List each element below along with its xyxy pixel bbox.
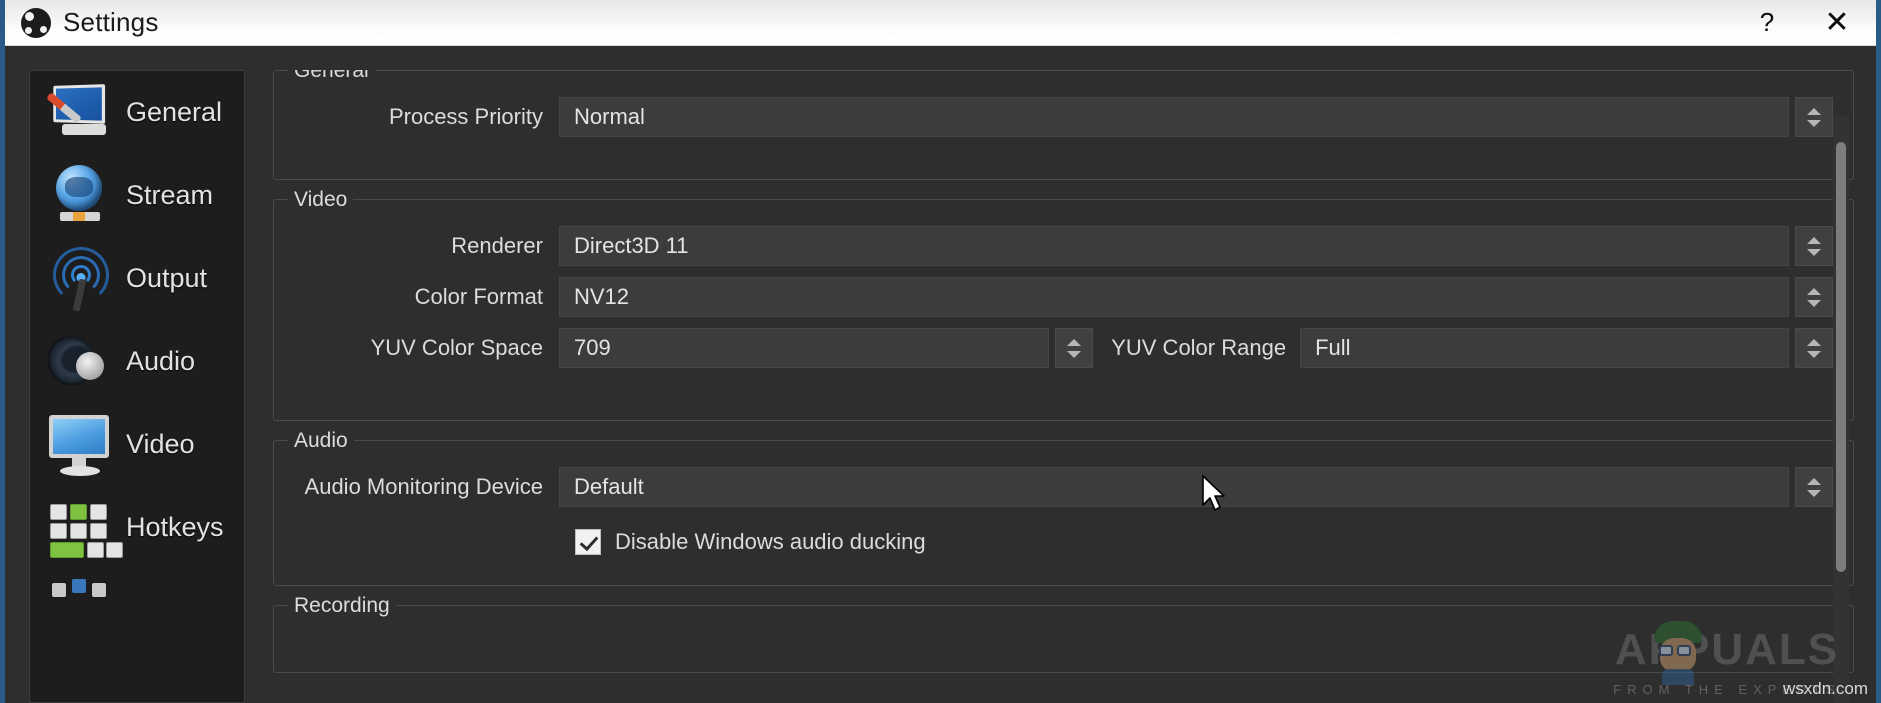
title-bar-left: Settings xyxy=(5,7,1736,38)
advanced-blocks-icon xyxy=(42,575,120,647)
combobox-value: Direct3D 11 xyxy=(574,233,689,258)
row-audio-monitoring-device: Audio Monitoring Device Default xyxy=(274,467,1853,507)
audio-monitoring-device-combobox[interactable]: Default xyxy=(559,467,1789,507)
process-priority-combobox[interactable]: Normal xyxy=(559,97,1789,137)
group-audio: Audio Audio Monitoring Device Default Di… xyxy=(273,429,1854,586)
broadcast-waves-icon xyxy=(42,243,120,315)
yuv-color-range-combobox[interactable]: Full xyxy=(1300,328,1790,368)
chevron-up-icon xyxy=(1807,287,1821,295)
chevron-down-icon xyxy=(1807,119,1821,127)
group-title: General xyxy=(288,70,375,83)
yuv-color-range-label: YUV Color Range xyxy=(1111,335,1287,360)
process-priority-spinner[interactable] xyxy=(1795,97,1833,137)
renderer-combobox[interactable]: Direct3D 11 xyxy=(559,226,1789,266)
monitor-screwdriver-icon xyxy=(42,77,120,149)
chevron-down-icon xyxy=(1807,299,1821,307)
sidebar-item-label: Hotkeys xyxy=(126,512,224,542)
group-general: General Process Priority Normal xyxy=(273,70,1854,180)
combobox-value: Full xyxy=(1315,335,1351,360)
group-title: Recording xyxy=(288,594,396,618)
row-disable-audio-ducking: Disable Windows audio ducking xyxy=(274,529,1853,555)
sidebar-item-label: Stream xyxy=(126,180,214,210)
mouse-cursor xyxy=(1202,475,1225,511)
sidebar-item-label: Video xyxy=(126,429,195,459)
title-bar-buttons: ? ✕ xyxy=(1736,0,1876,45)
combobox-value: Default xyxy=(574,474,644,499)
window-body: General Stream Output Audio Video Hotkey… xyxy=(5,46,1876,703)
sidebar-item-label: Audio xyxy=(126,346,196,376)
yuv-color-space-combobox[interactable]: 709 xyxy=(559,328,1050,368)
row-label: YUV Color Space xyxy=(370,335,543,360)
combobox-value: NV12 xyxy=(574,284,630,309)
chevron-up-icon xyxy=(1807,338,1822,346)
sidebar-item-advanced[interactable] xyxy=(30,569,244,652)
row-label: Color Format xyxy=(414,284,543,309)
settings-content-pane: General Process Priority Normal Video Re xyxy=(273,70,1854,703)
scrollbar-thumb[interactable] xyxy=(1836,142,1846,572)
help-button[interactable]: ? xyxy=(1736,0,1798,46)
chevron-up-icon xyxy=(1807,107,1821,115)
group-title: Audio xyxy=(288,429,354,453)
chevron-up-icon xyxy=(1807,477,1821,485)
checkbox-label: Disable Windows audio ducking xyxy=(615,529,926,554)
row-label: Process Priority xyxy=(388,104,543,129)
row-process-priority: Process Priority Normal xyxy=(274,97,1853,137)
settings-sidebar: General Stream Output Audio Video Hotkey… xyxy=(29,70,245,703)
title-bar: Settings ? ✕ xyxy=(5,0,1876,46)
color-format-spinner[interactable] xyxy=(1795,277,1833,317)
sidebar-item-stream[interactable]: Stream xyxy=(30,154,244,237)
chevron-down-icon xyxy=(1807,248,1821,256)
sidebar-item-label: Output xyxy=(126,263,208,293)
group-video: Video Renderer Direct3D 11 Color Format … xyxy=(273,188,1854,421)
chevron-up-icon xyxy=(1067,338,1082,346)
sidebar-item-audio[interactable]: Audio xyxy=(30,320,244,403)
combobox-value: Normal xyxy=(574,104,645,129)
sidebar-item-label: General xyxy=(126,97,223,127)
yuv-color-range-spinner[interactable] xyxy=(1795,328,1834,368)
speaker-icon xyxy=(41,326,120,398)
globe-cable-icon xyxy=(42,160,120,232)
sidebar-item-video[interactable]: Video xyxy=(30,403,244,486)
combobox-value: 709 xyxy=(574,335,611,360)
group-recording: Recording xyxy=(273,594,1854,673)
row-renderer: Renderer Direct3D 11 xyxy=(274,226,1853,266)
renderer-spinner[interactable] xyxy=(1795,226,1833,266)
monitor-icon xyxy=(42,409,120,481)
chevron-down-icon xyxy=(1067,350,1082,358)
row-yuv: YUV Color Space 709 YUV Color Range Full xyxy=(274,328,1853,368)
sidebar-item-hotkeys[interactable]: Hotkeys xyxy=(30,486,244,569)
watermark-url: wsxdn.com xyxy=(1782,679,1868,698)
sidebar-item-general[interactable]: General xyxy=(30,71,244,154)
chevron-down-icon xyxy=(1807,350,1822,358)
chevron-up-icon xyxy=(1807,236,1821,244)
keyboard-keys-icon xyxy=(42,492,123,564)
row-color-format: Color Format NV12 xyxy=(274,277,1853,317)
chevron-down-icon xyxy=(1807,489,1821,497)
yuv-color-space-spinner[interactable] xyxy=(1055,328,1094,368)
color-format-combobox[interactable]: NV12 xyxy=(559,277,1789,317)
close-button[interactable]: ✕ xyxy=(1798,0,1876,46)
row-label: Audio Monitoring Device xyxy=(304,474,543,499)
settings-window: Settings ? ✕ General Stream Output Audio… xyxy=(0,0,1881,703)
window-title: Settings xyxy=(63,7,159,37)
disable-audio-ducking-checkbox[interactable] xyxy=(575,529,601,555)
obs-logo-icon xyxy=(21,7,51,38)
sidebar-item-output[interactable]: Output xyxy=(30,237,244,320)
vertical-scrollbar[interactable] xyxy=(1833,116,1849,703)
group-title: Video xyxy=(288,188,354,212)
audio-monitoring-device-spinner[interactable] xyxy=(1795,467,1833,507)
row-label: Renderer xyxy=(451,233,543,258)
